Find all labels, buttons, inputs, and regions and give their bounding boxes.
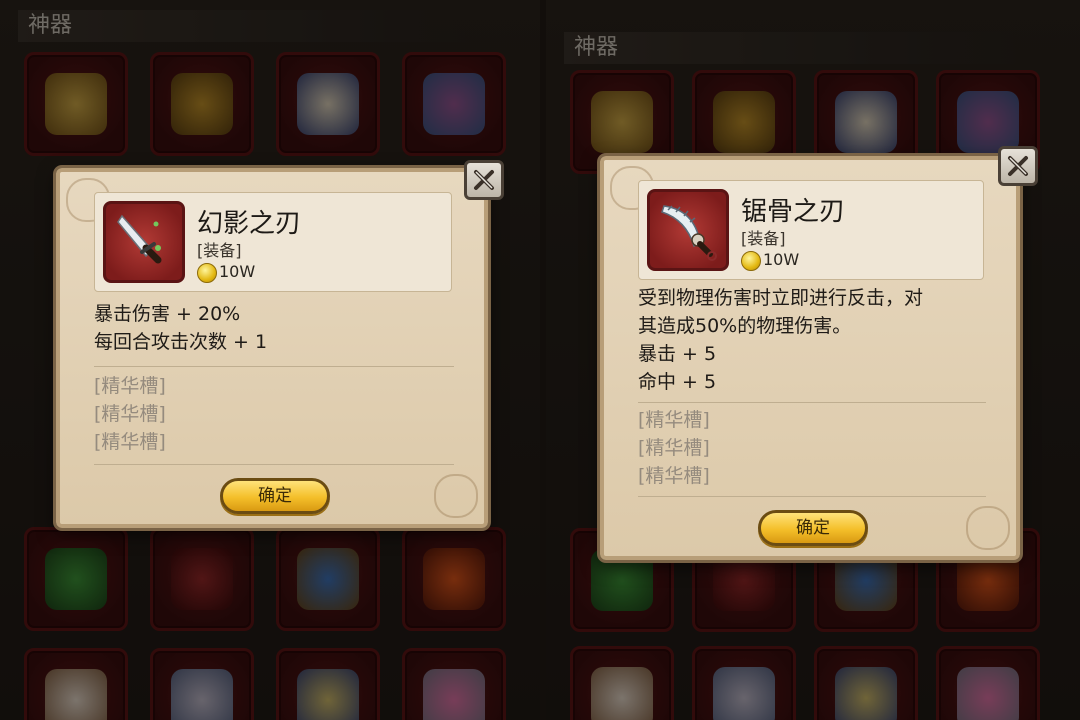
crossed-swords-close-icon: [1008, 156, 1028, 176]
item-icon-frame: [103, 201, 185, 283]
close-button[interactable]: [998, 146, 1038, 186]
item-price: 10W: [763, 250, 800, 269]
item-type: [装备]: [741, 229, 786, 248]
essence-slot[interactable]: [精华槽]: [94, 428, 166, 456]
confirm-button[interactable]: 确定: [758, 510, 868, 546]
description-line: 其造成50%的物理伤害。: [638, 315, 852, 337]
corner-ornament: [966, 506, 1010, 550]
item-description: 受到物理伤害时立即进行反击，对 其造成50%的物理伤害。 暴击 + 5 命中 +…: [638, 284, 986, 396]
item-name: 锯骨之刃: [741, 197, 846, 227]
divider: [638, 402, 986, 403]
description-line: 暴击伤害 + 20%: [94, 303, 241, 325]
description-line: 暴击 + 5: [638, 343, 717, 365]
gold-coin-icon: [197, 263, 217, 283]
item-info-card: 幻影之刃 [装备] 10W: [94, 192, 452, 292]
gold-coin-icon: [741, 251, 761, 271]
crossed-swords-close-icon: [474, 170, 494, 190]
item-name: 幻影之刃: [197, 209, 302, 239]
item-detail-dialog: 幻影之刃 [装备] 10W 暴击伤害 + 20% 每回合攻击次数 + 1 [精华…: [56, 160, 504, 528]
bone-blade-icon: [661, 205, 717, 261]
dagger-icon: [117, 214, 162, 264]
divider: [94, 464, 454, 465]
left-panel: 神器 幻影之刃 [装备] 10W 暴击伤害 + 20% 每回合攻击次数 + 1 …: [0, 0, 540, 720]
item-icon-frame: [647, 189, 729, 271]
essence-slots: [精华槽] [精华槽] [精华槽]: [94, 372, 166, 456]
description-line: 受到物理伤害时立即进行反击，对: [638, 287, 924, 309]
corner-ornament: [434, 474, 478, 518]
item-info-card: 锯骨之刃 [装备] 10W: [638, 180, 984, 280]
essence-slot[interactable]: [精华槽]: [94, 372, 166, 400]
essence-slot[interactable]: [精华槽]: [638, 462, 710, 490]
essence-slot[interactable]: [精华槽]: [638, 406, 710, 434]
close-button[interactable]: [464, 160, 504, 200]
essence-slots: [精华槽] [精华槽] [精华槽]: [638, 406, 710, 490]
item-detail-dialog: 锯骨之刃 [装备] 10W 受到物理伤害时立即进行反击，对 其造成50%的物理伤…: [600, 146, 1038, 560]
divider: [638, 496, 986, 497]
description-line: 每回合攻击次数 + 1: [94, 331, 268, 353]
essence-slot[interactable]: [精华槽]: [94, 400, 166, 428]
confirm-button[interactable]: 确定: [220, 478, 330, 514]
description-line: 命中 + 5: [638, 371, 717, 393]
essence-slot[interactable]: [精华槽]: [638, 434, 710, 462]
item-price: 10W: [219, 262, 256, 281]
divider: [94, 366, 454, 367]
item-type: [装备]: [197, 241, 242, 260]
item-description: 暴击伤害 + 20% 每回合攻击次数 + 1: [94, 300, 454, 356]
